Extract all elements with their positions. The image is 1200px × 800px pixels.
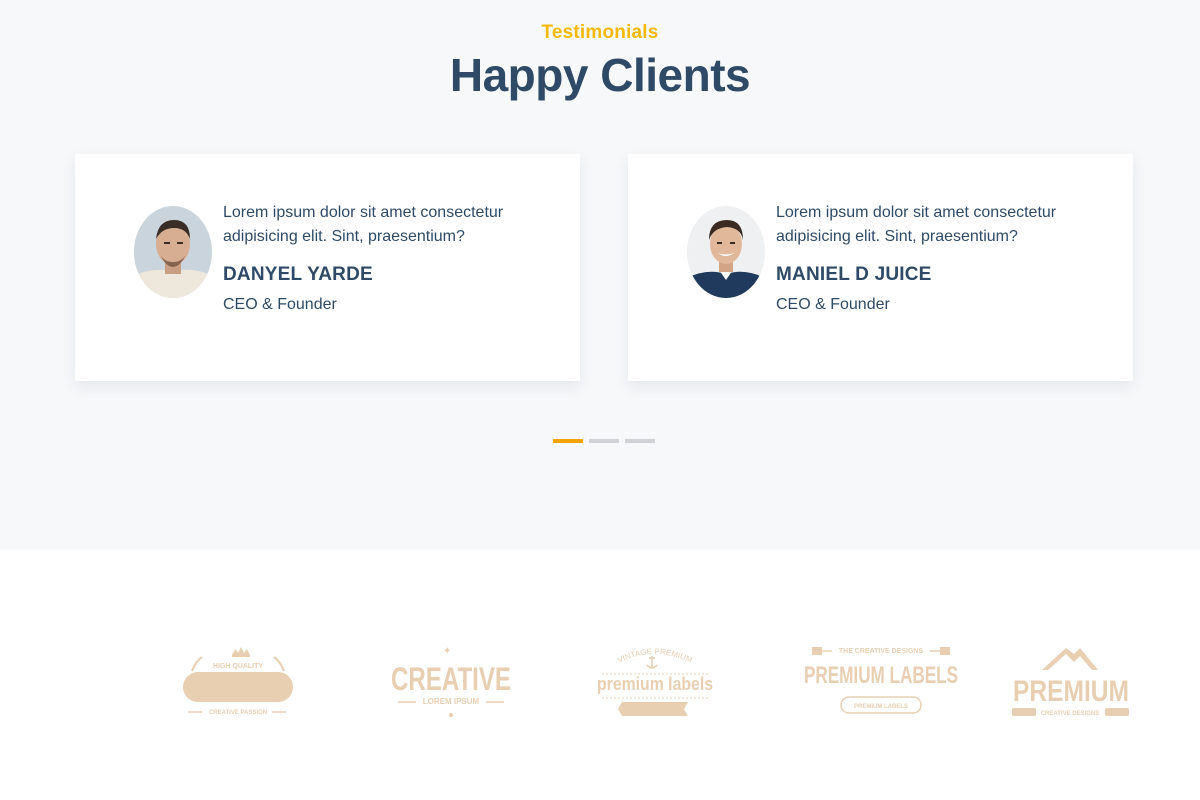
- logo-sub-text: LOREM IPSUM: [423, 697, 480, 706]
- section-eyebrow: Testimonials: [541, 22, 659, 43]
- logo-main-text: PREMIUM LABELS: [804, 662, 958, 689]
- client-name: MANIEL D JUICE: [776, 264, 932, 285]
- mountain-icon: [1042, 648, 1098, 670]
- svg-text:✦: ✦: [443, 646, 451, 657]
- avatar: [134, 206, 212, 298]
- svg-text:VINTAGE PREMIUM: VINTAGE PREMIUM: [616, 647, 694, 665]
- section-title: Happy Clients: [449, 49, 751, 101]
- client-logos-strip: HIGH QUALITY CREATIVE PASSION ✦ CREATIVE…: [0, 550, 1200, 800]
- client-logo-premium-labels: VINTAGE PREMIUM premium labels: [592, 644, 718, 720]
- logo-top-text: THE CREATIVE DESIGNS: [839, 648, 924, 655]
- carousel-dot-2[interactable]: [589, 439, 619, 443]
- carousel-dot-1[interactable]: [553, 439, 583, 443]
- testimonial-card: Lorem ipsum dolor sit amet consectetur a…: [75, 154, 580, 381]
- client-role: CEO & Founder: [776, 296, 890, 313]
- client-logo-creative-designs: THE CREATIVE DESIGNS PREMIUM LABELS PREM…: [802, 644, 960, 720]
- client-logo-premium: PREMIUM CREATIVE DESIGNS: [1008, 644, 1134, 720]
- logo-bottom-text: CREATIVE PASSION: [209, 710, 267, 716]
- anchor-icon: [646, 656, 658, 669]
- testimonial-quote: Lorem ipsum dolor sit amet consectetur a…: [776, 204, 1057, 245]
- client-logo-high-quality: HIGH QUALITY CREATIVE PASSION: [180, 643, 296, 723]
- testimonial-quote: Lorem ipsum dolor sit amet consectetur a…: [223, 204, 504, 245]
- client-logo-creative: ✦ CREATIVE LOREM IPSUM: [382, 644, 520, 720]
- logo-sub-text: CREATIVE DESIGNS: [1041, 711, 1100, 717]
- crown-icon: [232, 647, 250, 657]
- logo-top-text: VINTAGE PREMIUM: [616, 647, 694, 665]
- testimonial-card: Lorem ipsum dolor sit amet consectetur a…: [628, 154, 1133, 381]
- carousel-dot-3[interactable]: [625, 439, 655, 443]
- logo-main-text: premium labels: [597, 674, 713, 694]
- avatar: [687, 206, 765, 298]
- testimonials-section: Testimonials Happy Clients Lorem ipsum d…: [0, 0, 1200, 550]
- client-role: CEO & Founder: [223, 296, 337, 313]
- logo-main-text: CREATIVE: [391, 661, 511, 697]
- client-name: DANYEL YARDE: [223, 264, 373, 285]
- logo-main-text: PREMIUM: [1013, 675, 1129, 708]
- logo-badge-text: PREMIUM LABELS: [854, 704, 908, 710]
- logo-top-text: HIGH QUALITY: [213, 663, 263, 670]
